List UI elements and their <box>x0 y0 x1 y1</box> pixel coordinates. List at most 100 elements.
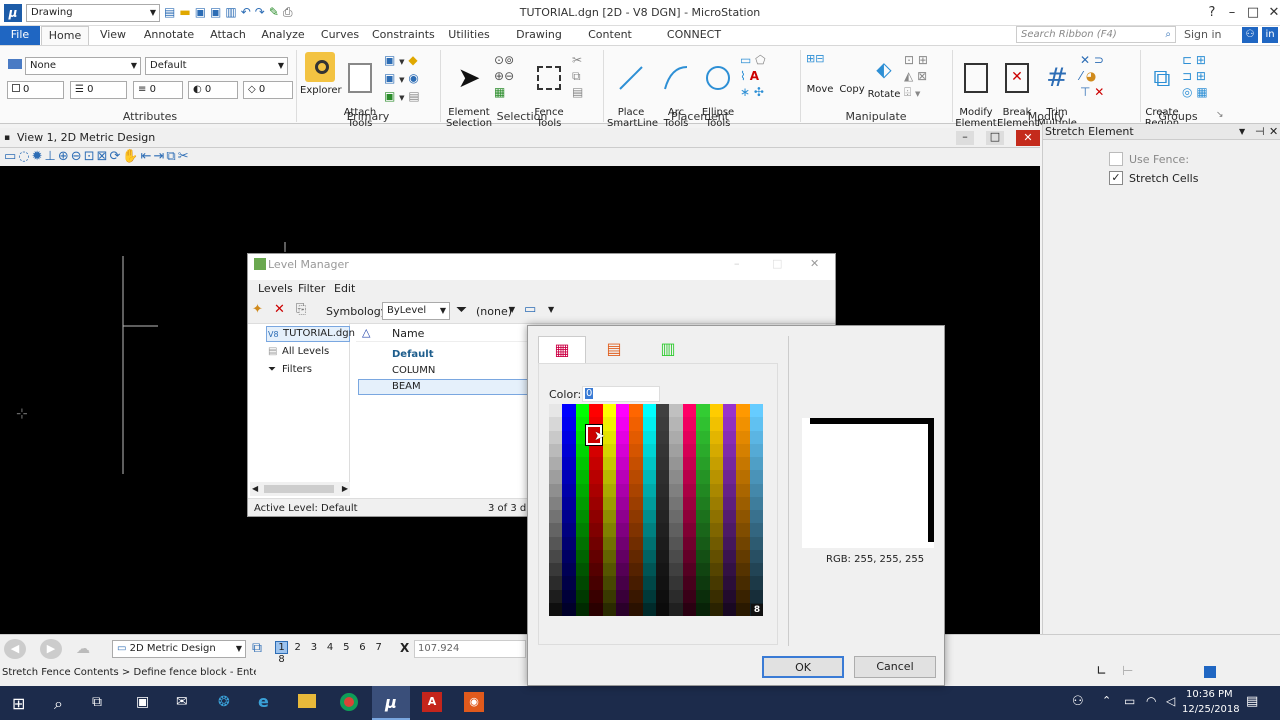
ungroup-icon[interactable]: ⊐ <box>1182 69 1192 83</box>
palette-swatch[interactable] <box>549 430 563 444</box>
clear-selection-icon[interactable]: ▦ <box>494 85 505 99</box>
tab-curves[interactable]: Curves <box>318 26 362 45</box>
palette-swatch[interactable] <box>629 457 643 471</box>
palette-swatch[interactable] <box>549 457 563 471</box>
clip-icon[interactable]: ⊥ <box>45 149 58 164</box>
scale-icon[interactable]: ⊡ <box>904 53 914 67</box>
people-icon[interactable]: ⚇ <box>1072 694 1084 709</box>
palette-swatch[interactable] <box>669 549 683 563</box>
tab-annotate[interactable]: Annotate <box>140 26 198 45</box>
palette-swatch[interactable] <box>589 496 603 510</box>
palette-swatch[interactable] <box>669 417 683 431</box>
palette-swatch[interactable] <box>656 470 670 484</box>
palette-swatch[interactable] <box>669 523 683 537</box>
change-icon[interactable]: ⌹ <box>904 85 911 99</box>
search-icon[interactable]: ⌕ <box>54 694 63 714</box>
palette-swatch[interactable] <box>722 589 737 603</box>
palette-swatch[interactable] <box>682 496 697 510</box>
palette-swatch[interactable] <box>615 602 630 616</box>
polyline-icon[interactable]: ⌇ <box>740 69 746 83</box>
palette-swatch[interactable] <box>562 470 576 484</box>
color-dropdown[interactable]: 0 <box>7 81 64 99</box>
palette-swatch[interactable] <box>736 549 750 563</box>
tree-scrollbar[interactable]: ◀ ▶ <box>250 482 350 496</box>
palette-swatch[interactable] <box>682 417 697 431</box>
palette-swatch[interactable] <box>696 430 710 444</box>
palette-swatch[interactable] <box>749 576 763 590</box>
palette-swatch[interactable] <box>629 510 643 524</box>
select-sub-icon[interactable]: ⊖ <box>504 69 514 83</box>
app-logo-icon[interactable]: µ <box>4 4 22 22</box>
palette-swatch[interactable] <box>749 536 763 550</box>
palette-swatch[interactable] <box>562 430 576 444</box>
palette-swatch[interactable] <box>736 523 750 537</box>
palette-swatch[interactable] <box>722 457 737 471</box>
palette-swatch[interactable] <box>682 457 697 471</box>
palette-swatch[interactable] <box>615 549 630 563</box>
palette-swatch[interactable] <box>562 510 576 524</box>
palette-swatch[interactable] <box>669 430 683 444</box>
priority-dropdown[interactable]: ◇ 0 <box>243 81 293 99</box>
menu-levels[interactable]: Levels <box>258 282 293 295</box>
chamfer-icon[interactable]: ⊤ <box>1080 85 1090 99</box>
level-display-icon[interactable]: ▭ <box>524 302 536 317</box>
palette-swatch[interactable] <box>682 443 697 457</box>
palette-swatch[interactable] <box>602 496 616 510</box>
palette-swatch[interactable] <box>562 602 576 616</box>
microstation-taskbar-icon[interactable]: µ <box>372 686 410 720</box>
tab-home[interactable]: Home <box>41 26 89 45</box>
array-icon[interactable]: ⊞ <box>806 52 815 65</box>
palette-swatch[interactable] <box>722 443 737 457</box>
palette-swatch[interactable] <box>589 443 603 457</box>
folder-taskbar-icon[interactable] <box>298 694 316 708</box>
undo-icon[interactable]: ↶ <box>241 5 255 19</box>
palette-swatch[interactable] <box>629 602 643 616</box>
weight-dropdown[interactable]: ≡ 0 <box>133 81 183 99</box>
user-icon[interactable]: ⚇ <box>1242 27 1258 43</box>
palette-swatch[interactable] <box>562 576 576 590</box>
copy-icon[interactable]: ⧉ <box>572 68 598 84</box>
palette-swatch[interactable] <box>709 443 723 457</box>
palette-swatch[interactable] <box>722 510 737 524</box>
palette-swatch[interactable] <box>602 483 616 497</box>
menu-edit[interactable]: Edit <box>334 282 355 295</box>
filter-value[interactable]: (none) <box>476 305 512 318</box>
signin-link[interactable]: Sign in <box>1184 28 1222 41</box>
group-icon[interactable]: ⊏ <box>1182 53 1192 67</box>
tab-drawing-aids[interactable]: Drawing Aids <box>504 26 574 59</box>
palette-swatch[interactable] <box>602 470 616 484</box>
palette-swatch[interactable] <box>575 443 590 457</box>
element-selection-button[interactable]: ➤ Element Selection <box>445 52 493 140</box>
palette-swatch[interactable] <box>669 404 683 418</box>
palette-swatch[interactable] <box>549 404 563 418</box>
palette-swatch[interactable] <box>656 602 670 616</box>
palette-swatch[interactable] <box>736 536 750 550</box>
palette-swatch[interactable] <box>656 417 670 431</box>
palette-swatch[interactable] <box>629 496 643 510</box>
info-icon[interactable]: ◉ <box>408 71 418 85</box>
fit-view-icon[interactable]: ⊠ <box>97 149 110 164</box>
palette-swatch[interactable] <box>696 576 710 590</box>
transparency-dropdown[interactable]: ◐ 0 <box>188 81 238 99</box>
palette-swatch[interactable] <box>602 549 616 563</box>
palette-swatch[interactable] <box>562 483 576 497</box>
palette-swatch[interactable] <box>615 430 630 444</box>
palette-swatch[interactable] <box>549 443 563 457</box>
palette-swatch[interactable] <box>642 523 656 537</box>
palette-swatch[interactable] <box>562 417 576 431</box>
menu-filter[interactable]: Filter <box>298 282 325 295</box>
level-row-beam[interactable]: BEAM <box>358 379 528 395</box>
palette-swatch[interactable] <box>575 549 590 563</box>
palette-swatch[interactable] <box>642 404 656 418</box>
chevron-down-icon[interactable]: ▼ <box>1239 124 1245 140</box>
compress-icon[interactable]: ▥ <box>225 5 240 19</box>
align-icon[interactable]: ⊟ <box>815 52 824 65</box>
modify-element-button[interactable]: Modify Element <box>955 52 997 140</box>
true-color-tab[interactable]: ▤ <box>594 336 634 362</box>
palette-swatch[interactable] <box>682 470 697 484</box>
cancel-button[interactable]: Cancel <box>854 656 936 678</box>
model-dropdown[interactable]: ▭ 2D Metric Design ▼ <box>112 640 246 658</box>
text-icon[interactable]: A <box>750 69 759 83</box>
palette-swatch[interactable] <box>696 536 710 550</box>
palette-swatch[interactable] <box>722 483 737 497</box>
